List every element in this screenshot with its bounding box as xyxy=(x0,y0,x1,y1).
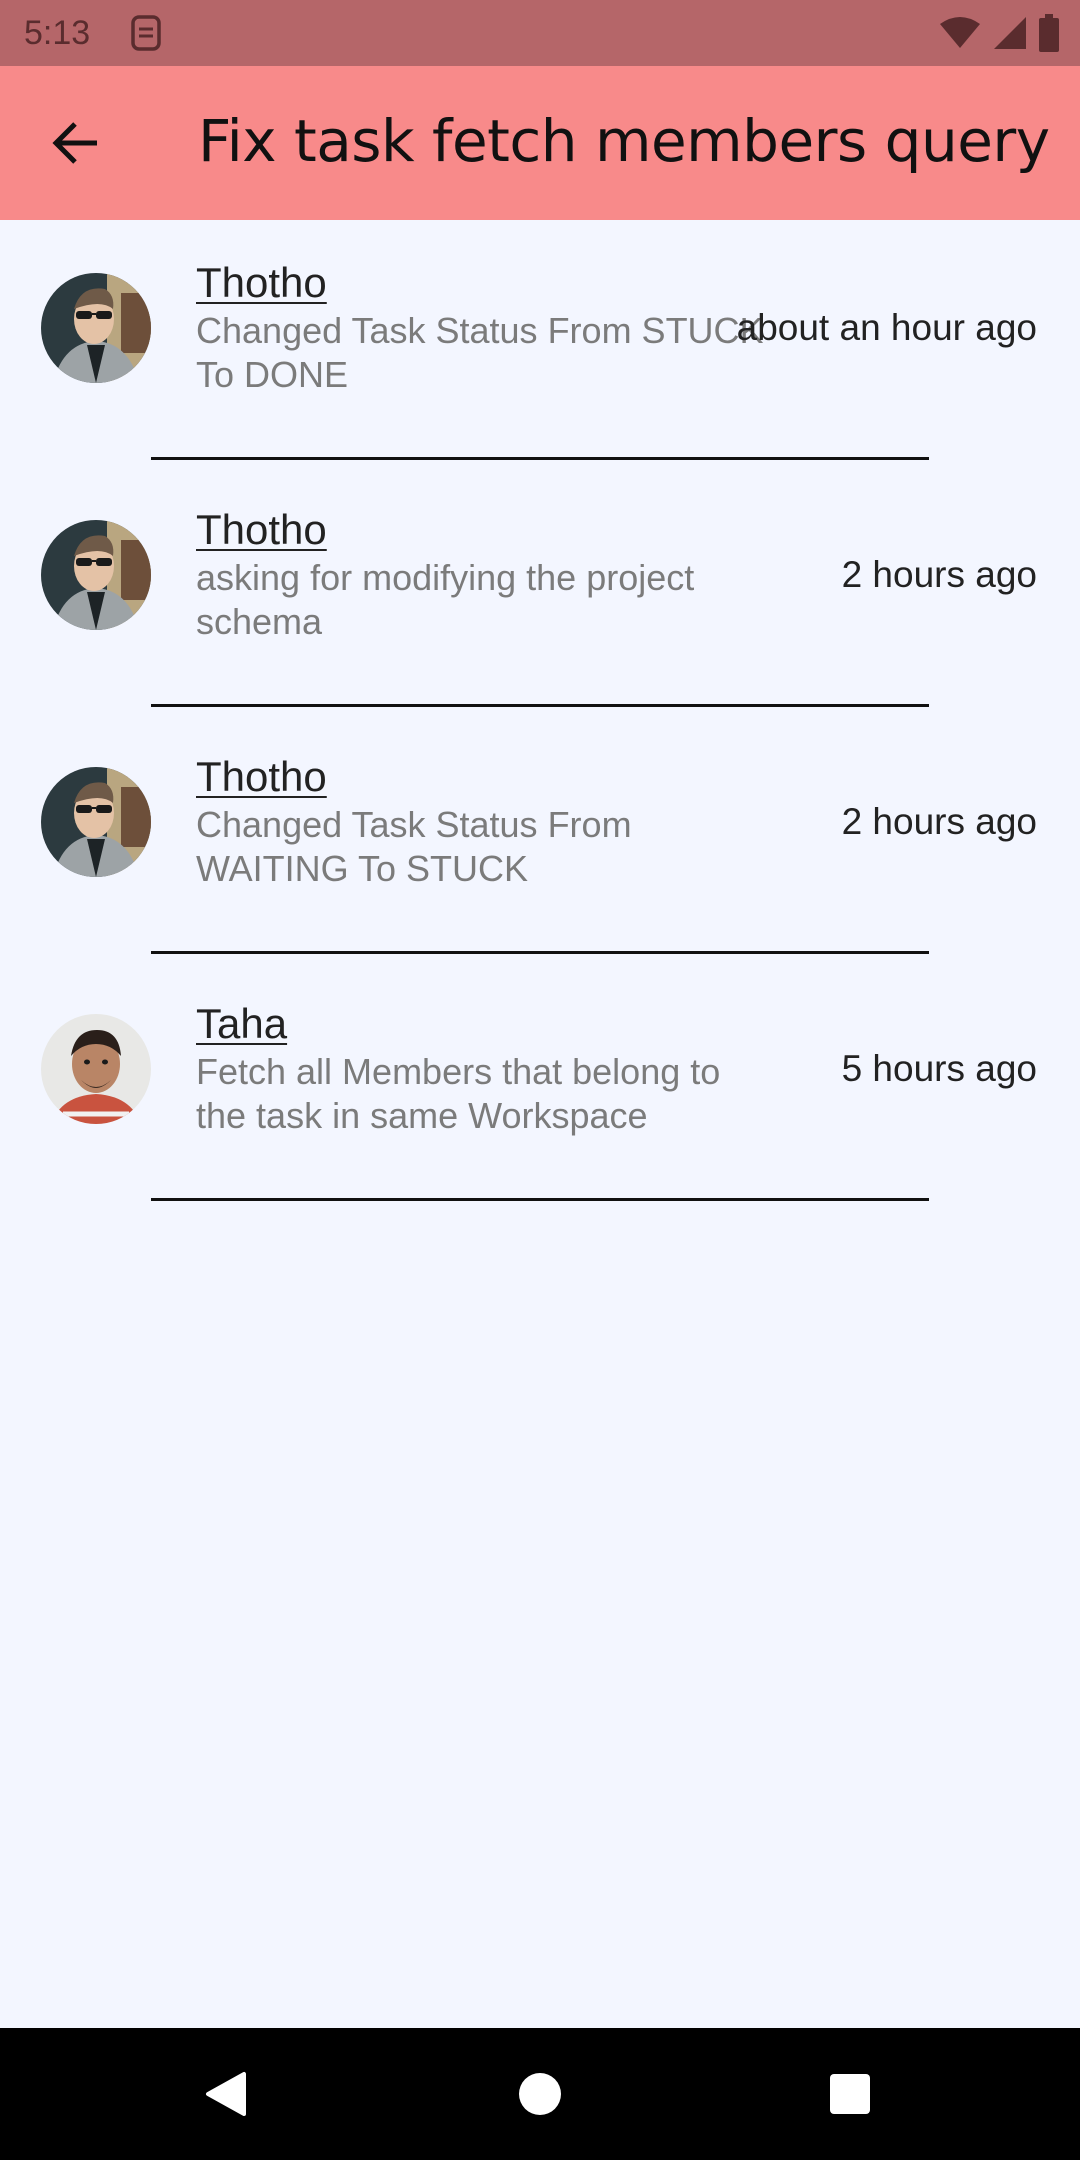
activity-list: Thotho Changed Task Status From STUCK To… xyxy=(0,220,1080,1208)
status-bar: 5:13 xyxy=(0,0,1080,66)
activity-description: Changed Task Status From STUCK To DONE xyxy=(196,310,764,395)
avatar xyxy=(41,273,151,383)
signal-icon xyxy=(994,17,1026,49)
list-item[interactable]: Thotho Changed Task Status From STUCK To… xyxy=(0,220,1080,467)
back-button[interactable] xyxy=(38,110,114,176)
avatar xyxy=(41,520,151,630)
activity-time: about an hour ago xyxy=(736,307,1037,348)
list-item[interactable]: Thotho Changed Task Status From WAITING … xyxy=(0,714,1080,961)
nav-home-button[interactable] xyxy=(500,2054,580,2134)
list-item[interactable]: Taha Fetch all Members that belong to th… xyxy=(0,961,1080,1208)
home-circle-icon xyxy=(519,2073,561,2115)
activity-description: Changed Task Status From WAITING To STUC… xyxy=(196,804,632,889)
activity-description: Fetch all Members that belong to the tas… xyxy=(196,1051,721,1136)
page-title: Fix task fetch members query xyxy=(198,107,1050,175)
list-item[interactable]: Thotho asking for modifying the project … xyxy=(0,467,1080,714)
author-name[interactable]: Taha xyxy=(196,998,287,1050)
wifi-icon xyxy=(940,17,980,48)
activity-description: asking for modifying the project schema xyxy=(196,557,695,642)
sim-card-icon xyxy=(131,15,161,51)
nav-back-button[interactable] xyxy=(186,2054,266,2134)
avatar xyxy=(41,767,151,877)
activity-time: 2 hours ago xyxy=(841,801,1037,842)
system-nav-bar xyxy=(0,2028,1080,2160)
avatar xyxy=(41,1014,151,1124)
app-bar: Fix task fetch members query xyxy=(0,66,1080,220)
activity-time: 5 hours ago xyxy=(841,1048,1037,1089)
divider xyxy=(151,704,929,707)
author-name[interactable]: Thotho xyxy=(196,257,327,309)
author-name[interactable]: Thotho xyxy=(196,751,327,803)
divider xyxy=(151,457,929,460)
divider xyxy=(151,1198,929,1201)
battery-icon xyxy=(1039,14,1059,52)
status-icons xyxy=(938,14,1060,52)
arrow-back-icon xyxy=(52,122,97,164)
nav-recents-button[interactable] xyxy=(810,2054,890,2134)
divider xyxy=(151,951,929,954)
recents-square-icon xyxy=(830,2074,870,2114)
activity-time: 2 hours ago xyxy=(841,554,1037,595)
back-triangle-icon xyxy=(206,2072,246,2116)
author-name[interactable]: Thotho xyxy=(196,504,327,556)
status-time: 5:13 xyxy=(24,14,91,52)
